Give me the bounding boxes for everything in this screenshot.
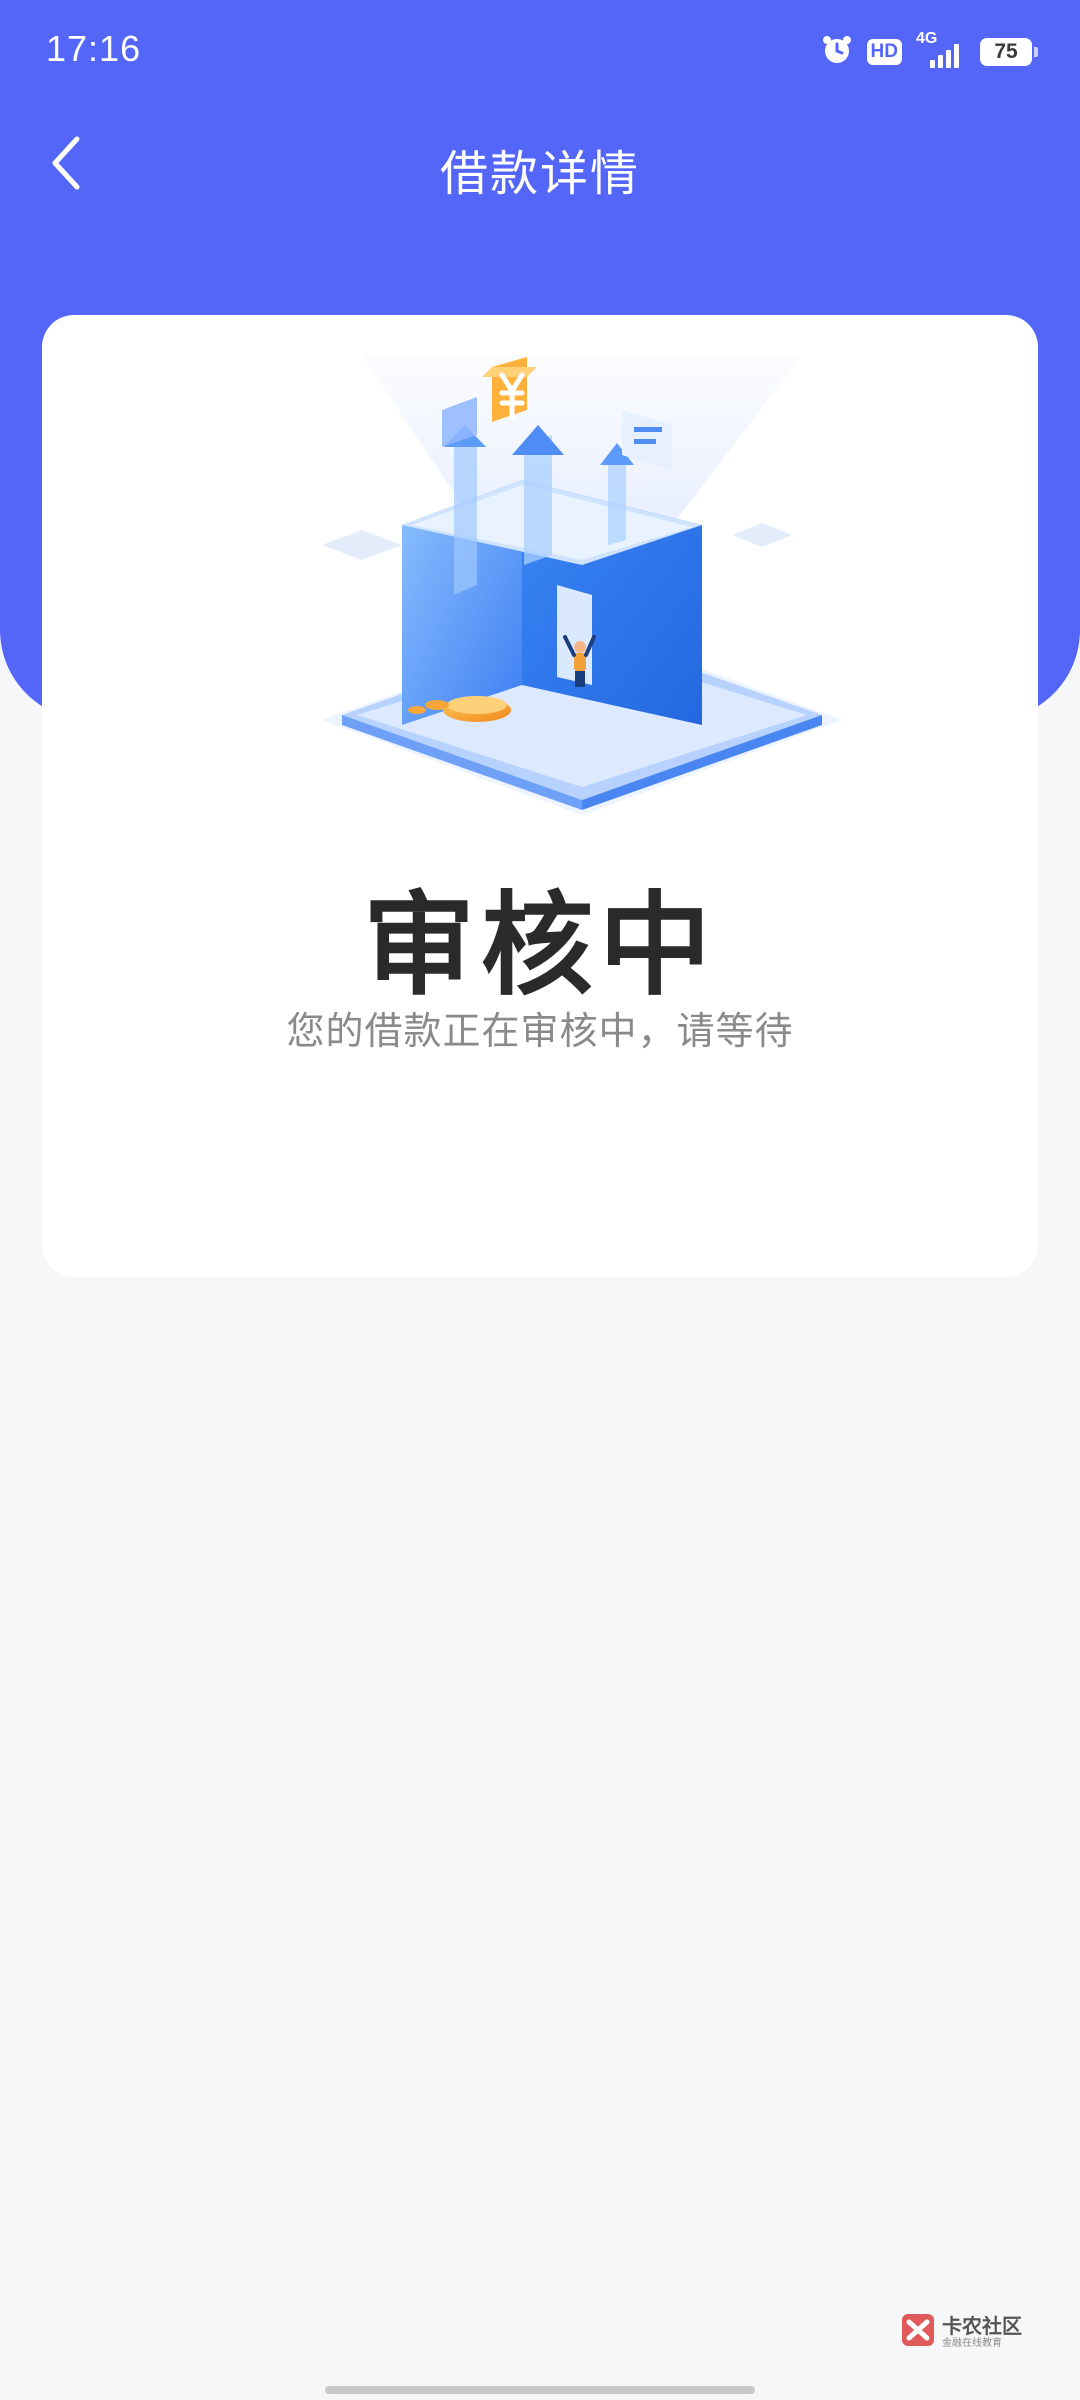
- watermark-logo: 卡农社区 金融在线教育: [900, 2310, 1030, 2350]
- status-time: 17:16: [46, 28, 142, 69]
- home-indicator[interactable]: [325, 2386, 755, 2394]
- status-bar: 17:16 HD 4G 75: [0, 0, 1080, 100]
- review-status-heading: 审核中: [363, 881, 717, 1011]
- page-title: 借款详情: [439, 146, 640, 202]
- battery-indicator: 75: [980, 38, 1038, 66]
- signal-icon: 4G: [916, 30, 966, 70]
- review-status-description: 您的借款正在审核中，请等待: [286, 1009, 794, 1053]
- alarm-icon: [821, 34, 853, 70]
- status-icons: HD 4G 75: [821, 30, 1038, 72]
- review-box-illustration: [322, 355, 842, 835]
- review-status-card: 审核中 您的借款正在审核中，请等待: [42, 315, 1038, 1277]
- navigation-bar: 借款详情: [0, 110, 1080, 220]
- watermark-subtitle: 金融在线教育: [942, 2338, 1002, 2349]
- hd-badge: HD: [866, 39, 902, 65]
